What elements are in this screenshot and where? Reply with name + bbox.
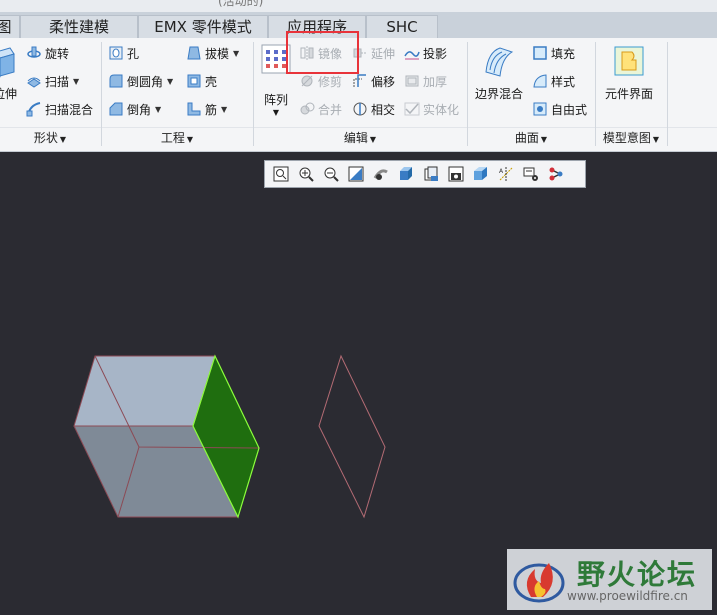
extend-label: 延伸 — [371, 46, 396, 61]
round-icon — [109, 74, 123, 88]
group-label-surfaces[interactable]: 曲面 ▼ — [468, 129, 594, 147]
project-button[interactable]: 投影 — [404, 43, 447, 63]
fill-label: 填充 — [551, 46, 576, 61]
forum-watermark: 野火论坛 www.proewildfire.cn — [507, 549, 712, 610]
boundary-blend-button[interactable]: 边界混合 — [472, 44, 526, 102]
box-solid[interactable] — [73, 354, 260, 519]
boundary-blend-icon — [485, 47, 514, 77]
solidify-button[interactable]: 实体化 — [404, 99, 459, 119]
sweep-dropdown-icon[interactable]: ▼ — [73, 77, 79, 86]
tab-flexible-modeling[interactable]: 柔性建模 — [20, 15, 138, 38]
tab-view[interactable]: 图 — [0, 15, 20, 38]
rib-dropdown-icon[interactable]: ▼ — [221, 105, 227, 114]
project-icon — [404, 51, 420, 60]
style-icon — [533, 74, 547, 88]
hole-button[interactable]: 孔 — [108, 43, 139, 63]
chamfer-icon — [109, 102, 123, 116]
revolve-button[interactable]: 旋转 — [26, 43, 69, 63]
offset-button[interactable]: 偏移 — [352, 71, 395, 91]
pattern-label: 阵列 — [263, 93, 288, 107]
merge-button[interactable]: 合并 — [299, 99, 342, 119]
box-top-face — [74, 356, 215, 426]
round-button[interactable]: 倒圆角 ▼ — [108, 71, 173, 91]
project-label: 投影 — [423, 46, 448, 61]
draft-button[interactable]: 拔模 ▼ — [186, 43, 239, 63]
boundary-blend-label: 边界混合 — [474, 87, 523, 101]
offset-icon — [353, 74, 366, 87]
solidify-label: 实体化 — [423, 102, 460, 117]
group-label-edit[interactable]: 编辑 ▼ — [254, 129, 466, 147]
component-interface-button[interactable]: 元件界面 — [600, 44, 658, 102]
group-label-shape[interactable]: 形状 ▼ — [0, 129, 100, 147]
swept-blend-button[interactable]: 扫描混合 — [26, 99, 93, 119]
component-interface-icon — [614, 46, 644, 76]
draft-label: 拔模 — [205, 46, 230, 61]
pattern-dropdown-icon[interactable]: ▼ — [258, 108, 294, 117]
offset-label: 偏移 — [371, 74, 396, 89]
rib-icon — [187, 102, 201, 116]
mirror-plane-outline[interactable] — [318, 354, 386, 519]
tab-emx-part-mode[interactable]: EMX 零件模式 — [138, 15, 268, 38]
shell-button[interactable]: 壳 — [186, 71, 217, 91]
round-dropdown-icon[interactable]: ▼ — [167, 77, 173, 86]
freestyle-label: 自由式 — [551, 102, 588, 117]
thicken-icon — [405, 75, 419, 87]
draft-icon — [187, 46, 201, 60]
chamfer-button[interactable]: 倒角 ▼ — [108, 99, 161, 119]
intersect-icon — [353, 102, 367, 116]
graphics-window[interactable] — [0, 151, 717, 615]
tab-shc[interactable]: SHC — [366, 15, 438, 38]
watermark-title: 野火论坛 — [577, 558, 698, 591]
fill-icon — [533, 46, 547, 60]
extrude-button[interactable]: 拉伸 — [0, 44, 20, 102]
freestyle-button[interactable]: 自由式 — [532, 99, 587, 119]
intersect-button[interactable]: 相交 — [352, 99, 395, 119]
trim-icon — [301, 75, 313, 87]
revolve-label: 旋转 — [45, 46, 70, 61]
swept-blend-label: 扫描混合 — [45, 102, 94, 117]
rib-label: 筋 — [205, 102, 218, 117]
group-label-engineering[interactable]: 工程 ▼ — [102, 129, 252, 147]
round-label: 倒圆角 — [127, 74, 164, 89]
window-title: (活动的) — [218, 0, 264, 8]
sweep-label: 扫描 — [45, 74, 70, 89]
extrude-icon — [0, 47, 15, 78]
trim-label: 修剪 — [318, 74, 343, 89]
rib-button[interactable]: 筋 ▼ — [186, 99, 227, 119]
merge-icon — [300, 102, 315, 115]
hole-icon — [109, 46, 123, 60]
flame-logo-icon — [513, 563, 565, 603]
shell-label: 壳 — [205, 74, 218, 89]
fill-button[interactable]: 填充 — [532, 43, 575, 63]
extrude-label: 拉伸 — [0, 87, 17, 101]
sweep-icon — [27, 77, 41, 88]
solidify-icon — [404, 102, 420, 116]
style-label: 样式 — [551, 74, 576, 89]
watermark-url: www.proewildfire.cn — [567, 589, 688, 603]
revolve-icon — [27, 46, 41, 58]
style-button[interactable]: 样式 — [532, 71, 575, 91]
group-label-model-intent[interactable]: 模型意图 ▼ — [596, 129, 666, 147]
thicken-label: 加厚 — [423, 74, 448, 89]
sweep-button[interactable]: 扫描 ▼ — [26, 71, 79, 91]
title-bar: (活动的) — [0, 0, 717, 12]
draft-dropdown-icon[interactable]: ▼ — [233, 49, 239, 58]
swept-blend-icon — [26, 102, 41, 117]
merge-label: 合并 — [318, 102, 343, 117]
hole-label: 孔 — [127, 46, 140, 61]
chamfer-dropdown-icon[interactable]: ▼ — [155, 105, 161, 114]
chamfer-label: 倒角 — [127, 102, 152, 117]
freestyle-icon — [533, 102, 547, 116]
mirror-highlight-callout — [286, 31, 359, 74]
thicken-button[interactable]: 加厚 — [404, 71, 447, 91]
shell-icon — [187, 74, 201, 88]
component-interface-label: 元件界面 — [604, 87, 653, 101]
intersect-label: 相交 — [371, 102, 396, 117]
trim-button[interactable]: 修剪 — [299, 71, 342, 91]
